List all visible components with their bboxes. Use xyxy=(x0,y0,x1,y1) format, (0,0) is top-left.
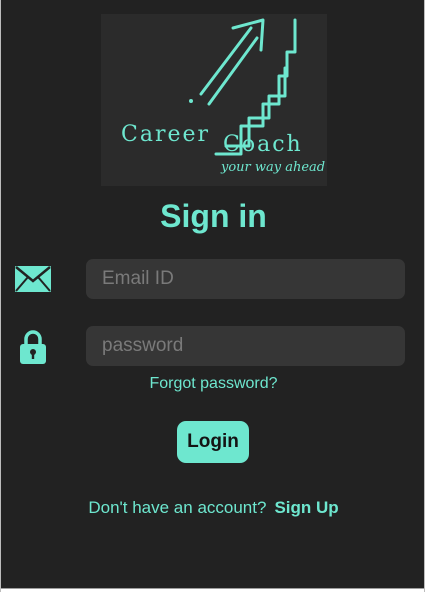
password-field[interactable] xyxy=(86,326,405,366)
logo-career-text: Career xyxy=(121,122,211,147)
forgot-password-link[interactable]: Forgot password? xyxy=(1,375,424,393)
logo-coach-text: Coach xyxy=(223,132,303,157)
signup-row: Don't have an account? Sign Up xyxy=(1,498,424,518)
page-title: Sign in xyxy=(160,198,267,234)
career-coach-logo: Career Coach your way ahead xyxy=(101,14,327,186)
lock-icon xyxy=(19,330,47,369)
email-field[interactable] xyxy=(86,259,405,299)
login-button[interactable]: Login xyxy=(177,421,249,463)
mail-icon xyxy=(15,266,51,297)
logo-tagline: your way ahead xyxy=(221,160,326,175)
bottom-divider xyxy=(1,588,424,592)
sign-up-link[interactable]: Sign Up xyxy=(274,498,338,517)
signup-prompt-text: Don't have an account? xyxy=(88,498,267,517)
login-screen: Career Coach your way ahead Sign in Forg… xyxy=(0,0,425,592)
